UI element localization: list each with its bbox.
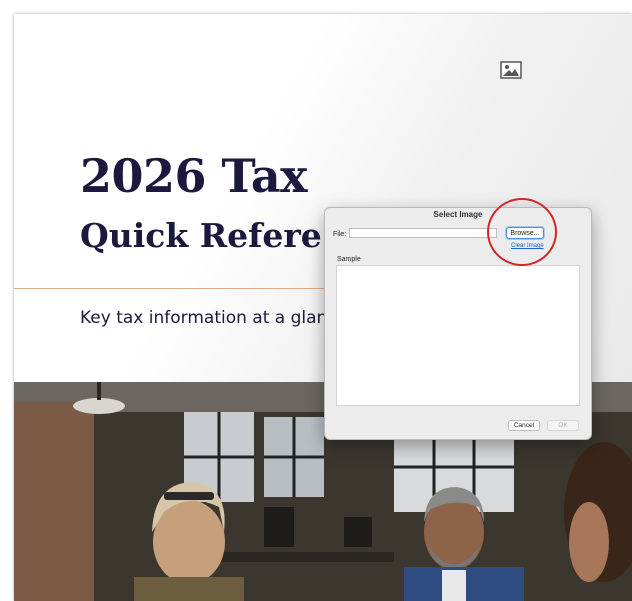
accent-rule [14, 288, 334, 289]
cancel-button[interactable]: Cancel [508, 420, 540, 431]
title-line-2: Quick Refere [80, 216, 322, 255]
subtitle: Key tax information at a glance [80, 308, 348, 328]
ok-button[interactable]: OK [547, 420, 579, 431]
title-line-1: 2026 Tax [80, 149, 308, 203]
annotation-highlight-circle [487, 198, 557, 266]
sample-label: Sample [337, 256, 361, 263]
image-icon[interactable] [500, 61, 522, 79]
file-path-input[interactable] [349, 228, 497, 238]
file-label: File: [333, 231, 347, 238]
sample-preview [336, 265, 580, 406]
